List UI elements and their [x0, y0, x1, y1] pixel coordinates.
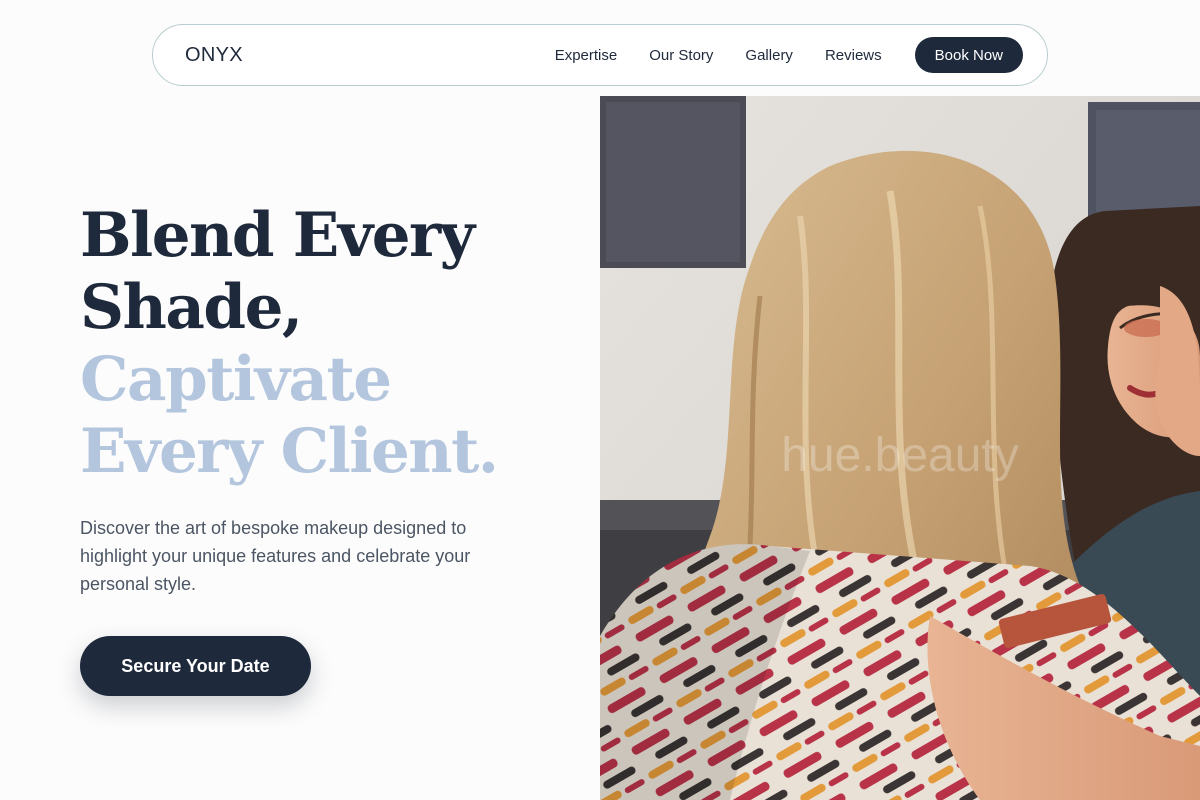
- nav-links: Expertise Our Story Gallery Reviews Book…: [555, 37, 1023, 73]
- brand-logo[interactable]: ONYX: [185, 44, 243, 67]
- headline-line-1: Blend Every: [80, 200, 475, 271]
- headline-line-4: Every Client.: [80, 416, 499, 487]
- nav-link-expertise[interactable]: Expertise: [555, 47, 618, 64]
- secure-your-date-button[interactable]: Secure Your Date: [80, 636, 311, 696]
- headline-line-3: Captivate: [80, 344, 392, 415]
- makeup-session-illustration: hue.beauty: [600, 96, 1200, 800]
- watermark-text: hue.beauty: [781, 429, 1019, 482]
- nav-link-gallery[interactable]: Gallery: [745, 47, 793, 64]
- top-navigation: ONYX Expertise Our Story Gallery Reviews…: [152, 24, 1048, 86]
- hero-content: Blend Every Shade, Captivate Every Clien…: [80, 200, 580, 598]
- hero-headline: Blend Every Shade, Captivate Every Clien…: [80, 200, 580, 488]
- hero-photo: hue.beauty: [600, 96, 1200, 800]
- nav-link-our-story[interactable]: Our Story: [649, 47, 713, 64]
- nav-link-reviews[interactable]: Reviews: [825, 47, 882, 64]
- headline-line-2: Shade,: [80, 272, 303, 343]
- book-now-button[interactable]: Book Now: [914, 37, 1023, 73]
- hero-description: Discover the art of bespoke makeup desig…: [80, 518, 471, 594]
